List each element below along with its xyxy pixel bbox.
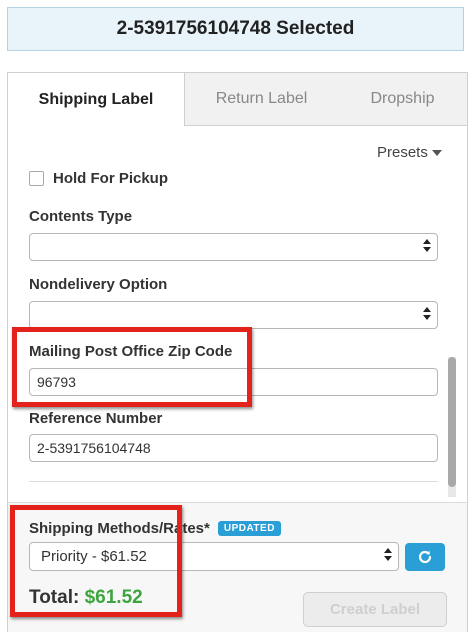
- reference-number-value: 2-5391756104748: [37, 440, 151, 456]
- highlight-rates-annotation: [10, 505, 182, 617]
- hold-for-pickup-row[interactable]: Hold For Pickup: [29, 170, 168, 187]
- refresh-icon: [418, 550, 432, 564]
- reference-number-input[interactable]: 2-5391756104748: [29, 434, 438, 462]
- nondelivery-option-label: Nondelivery Option: [29, 276, 168, 293]
- contents-type-label: Contents Type: [29, 208, 133, 225]
- hold-for-pickup-checkbox[interactable]: [29, 171, 44, 186]
- caret-down-icon: [431, 149, 442, 156]
- tab-bar: Shipping Label Return Label Dropship: [8, 73, 467, 126]
- contents-type-select[interactable]: [29, 233, 438, 261]
- tab-return-label[interactable]: Return Label: [185, 73, 338, 126]
- presets-dropdown[interactable]: Presets: [377, 144, 442, 161]
- divider: [29, 481, 438, 482]
- refresh-rates-button[interactable]: [405, 543, 445, 571]
- presets-label: Presets: [377, 144, 428, 161]
- nondelivery-option-select[interactable]: [29, 301, 438, 329]
- selection-banner: 2-5391756104748 Selected: [7, 7, 464, 51]
- scrollbar-thumb[interactable]: [448, 357, 456, 487]
- select-arrows-icon: [423, 239, 431, 257]
- tab-dropship[interactable]: Dropship: [338, 73, 467, 126]
- updated-badge: UPDATED: [217, 521, 281, 536]
- tab-shipping-label[interactable]: Shipping Label: [8, 73, 185, 126]
- hold-for-pickup-label: Hold For Pickup: [53, 170, 169, 187]
- create-label-button[interactable]: Create Label: [303, 592, 447, 627]
- reference-number-label: Reference Number: [29, 410, 163, 427]
- select-arrows-icon: [384, 548, 392, 566]
- highlight-zip-annotation: [12, 327, 252, 407]
- select-arrows-icon: [423, 307, 431, 325]
